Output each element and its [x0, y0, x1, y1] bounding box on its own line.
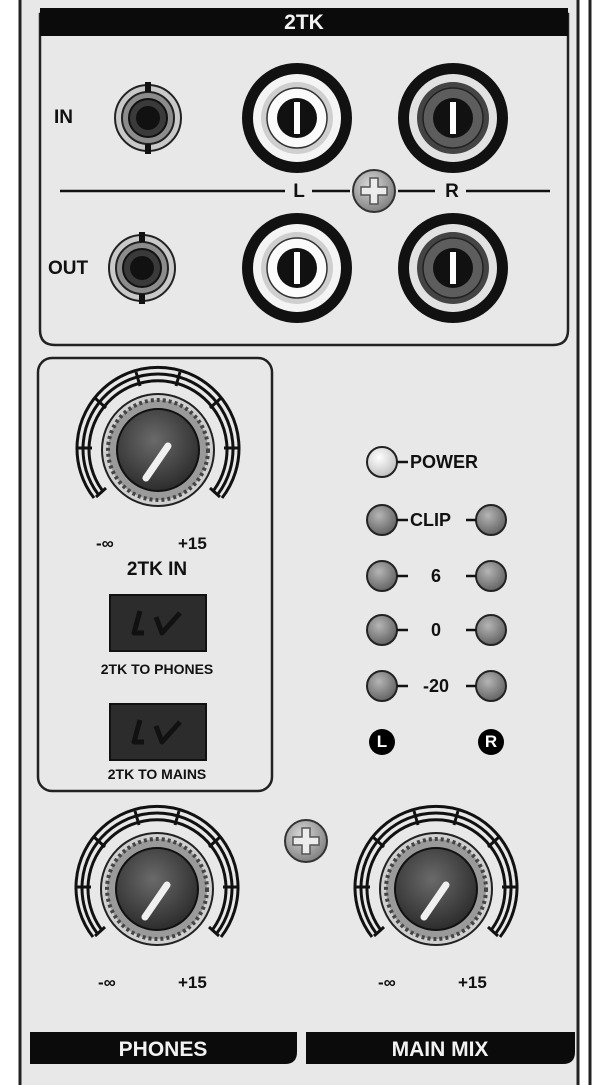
level-0-label: 0: [430, 620, 442, 640]
2tk-to-mains-switch[interactable]: [110, 704, 206, 760]
rca-in-left-jack[interactable]: [242, 63, 352, 173]
screw-icon: [353, 170, 395, 212]
2tk-in-max-label: +15: [178, 534, 207, 553]
power-label: POWER: [410, 452, 479, 472]
in-label: IN: [54, 107, 73, 128]
level-minus20-label: -20: [422, 676, 450, 696]
left-channel-label: L: [293, 181, 305, 202]
2tk-out-jack[interactable]: [108, 234, 176, 302]
2tk-to-mains-label: 2TK TO MAINS: [107, 766, 207, 782]
mixer-panel: 2TK IN OUT L R -∞ +15 2TK IN 2TK TO PHON…: [0, 0, 593, 1085]
rca-out-left-jack[interactable]: [242, 213, 352, 323]
left-meter-badge: L: [369, 729, 395, 755]
right-meter-badge: R: [478, 729, 504, 755]
2tk-to-phones-label: 2TK TO PHONES: [100, 661, 214, 677]
phones-min-label: -∞: [98, 973, 116, 992]
2tk-in-jack[interactable]: [114, 84, 182, 152]
right-channel-label: R: [445, 181, 459, 202]
main-mix-label: MAIN MIX: [391, 1038, 489, 1061]
main-mix-max-label: +15: [458, 973, 487, 992]
phones-label: PHONES: [118, 1038, 208, 1061]
phones-max-label: +15: [178, 973, 207, 992]
out-label: OUT: [48, 258, 89, 279]
clip-label: CLIP: [410, 510, 452, 530]
main-mix-knob[interactable]: [380, 833, 492, 945]
phones-knob[interactable]: [101, 833, 213, 945]
screw-icon: [285, 820, 327, 862]
rca-out-right-jack[interactable]: [398, 213, 508, 323]
main-mix-min-label: -∞: [378, 973, 396, 992]
2tk-in-knob[interactable]: [102, 394, 214, 506]
2tk-in-min-label: -∞: [96, 534, 114, 553]
power-led: [367, 447, 397, 477]
level-6-label: 6: [430, 566, 442, 586]
section-title: 2TK: [284, 11, 324, 34]
2tk-in-label: 2TK IN: [126, 559, 188, 580]
2tk-to-phones-switch[interactable]: [110, 595, 206, 651]
rca-in-right-jack[interactable]: [398, 63, 508, 173]
